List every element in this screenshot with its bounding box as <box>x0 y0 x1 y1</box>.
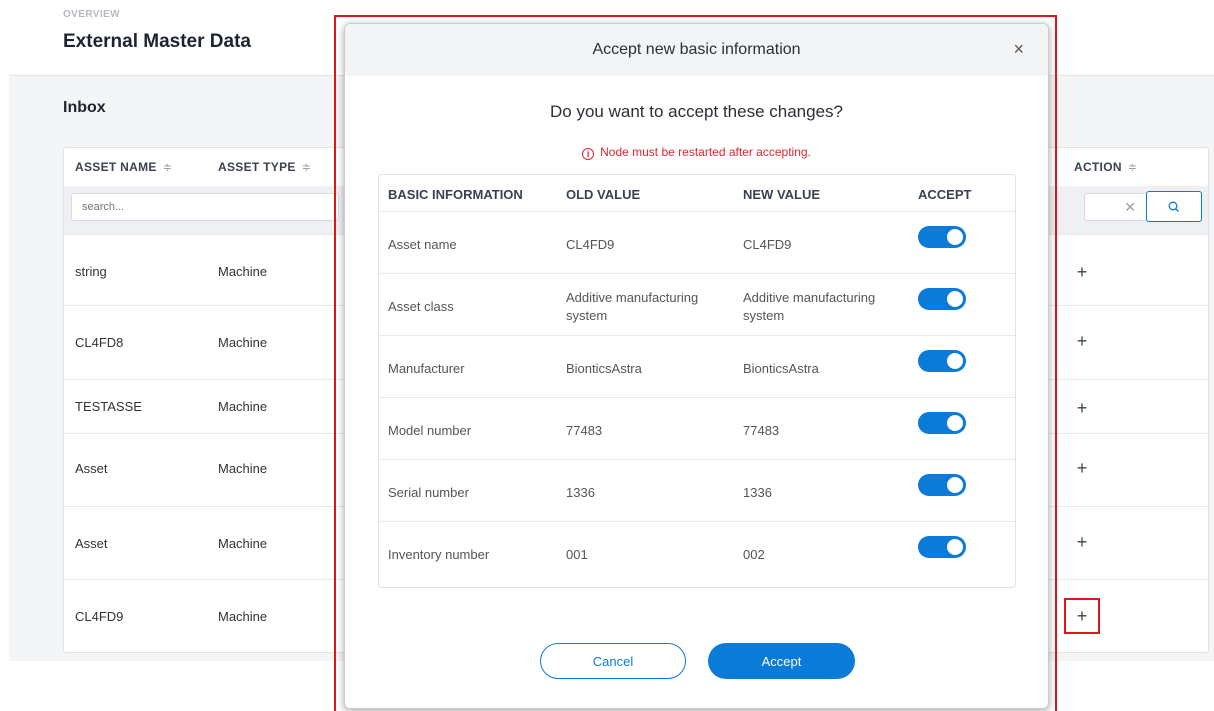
page-title: External Master Data <box>63 31 251 52</box>
column-header-asset-type[interactable]: ASSET TYPE ≑ <box>218 160 311 174</box>
accept-changes-modal: Accept new basic information × Do you wa… <box>344 23 1049 709</box>
search-icon <box>1168 201 1179 212</box>
asset-name-cell: Asset <box>75 536 108 551</box>
asset-type-cell: Machine <box>218 335 268 350</box>
modal-question: Do you want to accept these changes? <box>550 102 843 121</box>
close-icon[interactable]: × <box>1013 39 1024 60</box>
column-header-action[interactable]: ACTION ≑ <box>1074 160 1137 174</box>
old-value: 1336 <box>566 485 595 500</box>
old-value: Additive manufacturing system <box>566 290 699 323</box>
add-icon[interactable]: + <box>1070 329 1094 353</box>
sort-icon[interactable]: ≑ <box>302 162 312 174</box>
restart-warning: i Node must be restarted after accepting. <box>345 145 1048 160</box>
column-header-new-value: NEW VALUE <box>743 187 821 202</box>
accept-toggle[interactable] <box>918 288 966 310</box>
asset-name-cell: CL4FD8 <box>75 335 124 350</box>
column-header-old-value: OLD VALUE <box>566 187 641 202</box>
search-input[interactable] <box>71 193 339 221</box>
search-button[interactable] <box>1146 191 1202 222</box>
field-label: Inventory number <box>388 547 490 562</box>
new-value: CL4FD9 <box>743 237 792 252</box>
add-icon[interactable]: + <box>1070 396 1094 420</box>
modal-title: Accept new basic information <box>592 41 801 58</box>
asset-type-cell: Machine <box>218 609 268 624</box>
add-icon[interactable]: + <box>1070 456 1094 480</box>
accept-toggle[interactable] <box>918 474 966 496</box>
changes-table: BASIC INFORMATION OLD VALUE NEW VALUE AC… <box>378 174 1016 588</box>
old-value: 001 <box>566 547 588 562</box>
search-input-action[interactable]: ✕ <box>1084 193 1146 221</box>
asset-type-cell: Machine <box>218 536 268 551</box>
clear-icon[interactable]: ✕ <box>1124 199 1136 216</box>
new-value: 002 <box>743 547 765 562</box>
accept-button[interactable]: Accept <box>708 643 855 679</box>
asset-name-cell: string <box>75 264 107 279</box>
asset-name-cell: CL4FD9 <box>75 609 124 624</box>
field-label: Serial number <box>388 485 469 500</box>
changes-row: Inventory number 001 002 <box>379 522 1015 584</box>
sort-icon[interactable]: ≑ <box>1128 162 1138 174</box>
changes-table-header: BASIC INFORMATION OLD VALUE NEW VALUE AC… <box>379 175 1015 212</box>
asset-type-cell: Machine <box>218 399 268 414</box>
changes-row: Manufacturer BionticsAstra BionticsAstra <box>379 336 1015 398</box>
changes-row: Serial number 1336 1336 <box>379 460 1015 522</box>
add-icon[interactable]: + <box>1064 598 1100 634</box>
accept-toggle[interactable] <box>918 412 966 434</box>
add-icon[interactable]: + <box>1070 260 1094 284</box>
field-label: Asset name <box>388 237 457 252</box>
old-value: CL4FD9 <box>566 237 615 252</box>
column-header-basic-information: BASIC INFORMATION <box>388 187 523 202</box>
section-title-inbox: Inbox <box>63 99 106 116</box>
field-label: Model number <box>388 423 472 438</box>
new-value: 1336 <box>743 485 772 500</box>
changes-row: Model number 77483 77483 <box>379 398 1015 460</box>
changes-row: Asset class Additive manufacturing syste… <box>379 274 1015 336</box>
old-value: 77483 <box>566 423 603 438</box>
add-icon[interactable]: + <box>1070 530 1094 554</box>
column-header-asset-name[interactable]: ASSET NAME ≑ <box>75 160 172 174</box>
accept-toggle[interactable] <box>918 350 966 372</box>
accept-toggle[interactable] <box>918 536 966 558</box>
asset-type-cell: Machine <box>218 461 268 476</box>
warning-text: Node must be restarted after accepting. <box>600 145 811 159</box>
accept-toggle[interactable] <box>918 226 966 248</box>
field-label: Asset class <box>388 299 454 314</box>
changes-row: Asset name CL4FD9 CL4FD9 <box>379 212 1015 274</box>
asset-name-cell: TESTASSE <box>75 399 142 414</box>
new-value: Additive manufacturing system <box>743 290 876 323</box>
cancel-button[interactable]: Cancel <box>540 643 686 679</box>
asset-name-cell: Asset <box>75 461 108 476</box>
new-value: 77483 <box>743 423 780 438</box>
field-label: Manufacturer <box>388 361 465 376</box>
breadcrumb-overview: OVERVIEW <box>63 9 120 20</box>
asset-type-cell: Machine <box>218 264 268 279</box>
old-value: BionticsAstra <box>566 361 642 376</box>
warning-icon: i <box>582 148 595 160</box>
modal-header: Accept new basic information × <box>345 24 1048 76</box>
new-value: BionticsAstra <box>743 361 819 376</box>
sort-icon[interactable]: ≑ <box>163 162 173 174</box>
column-header-accept: ACCEPT <box>918 187 972 202</box>
